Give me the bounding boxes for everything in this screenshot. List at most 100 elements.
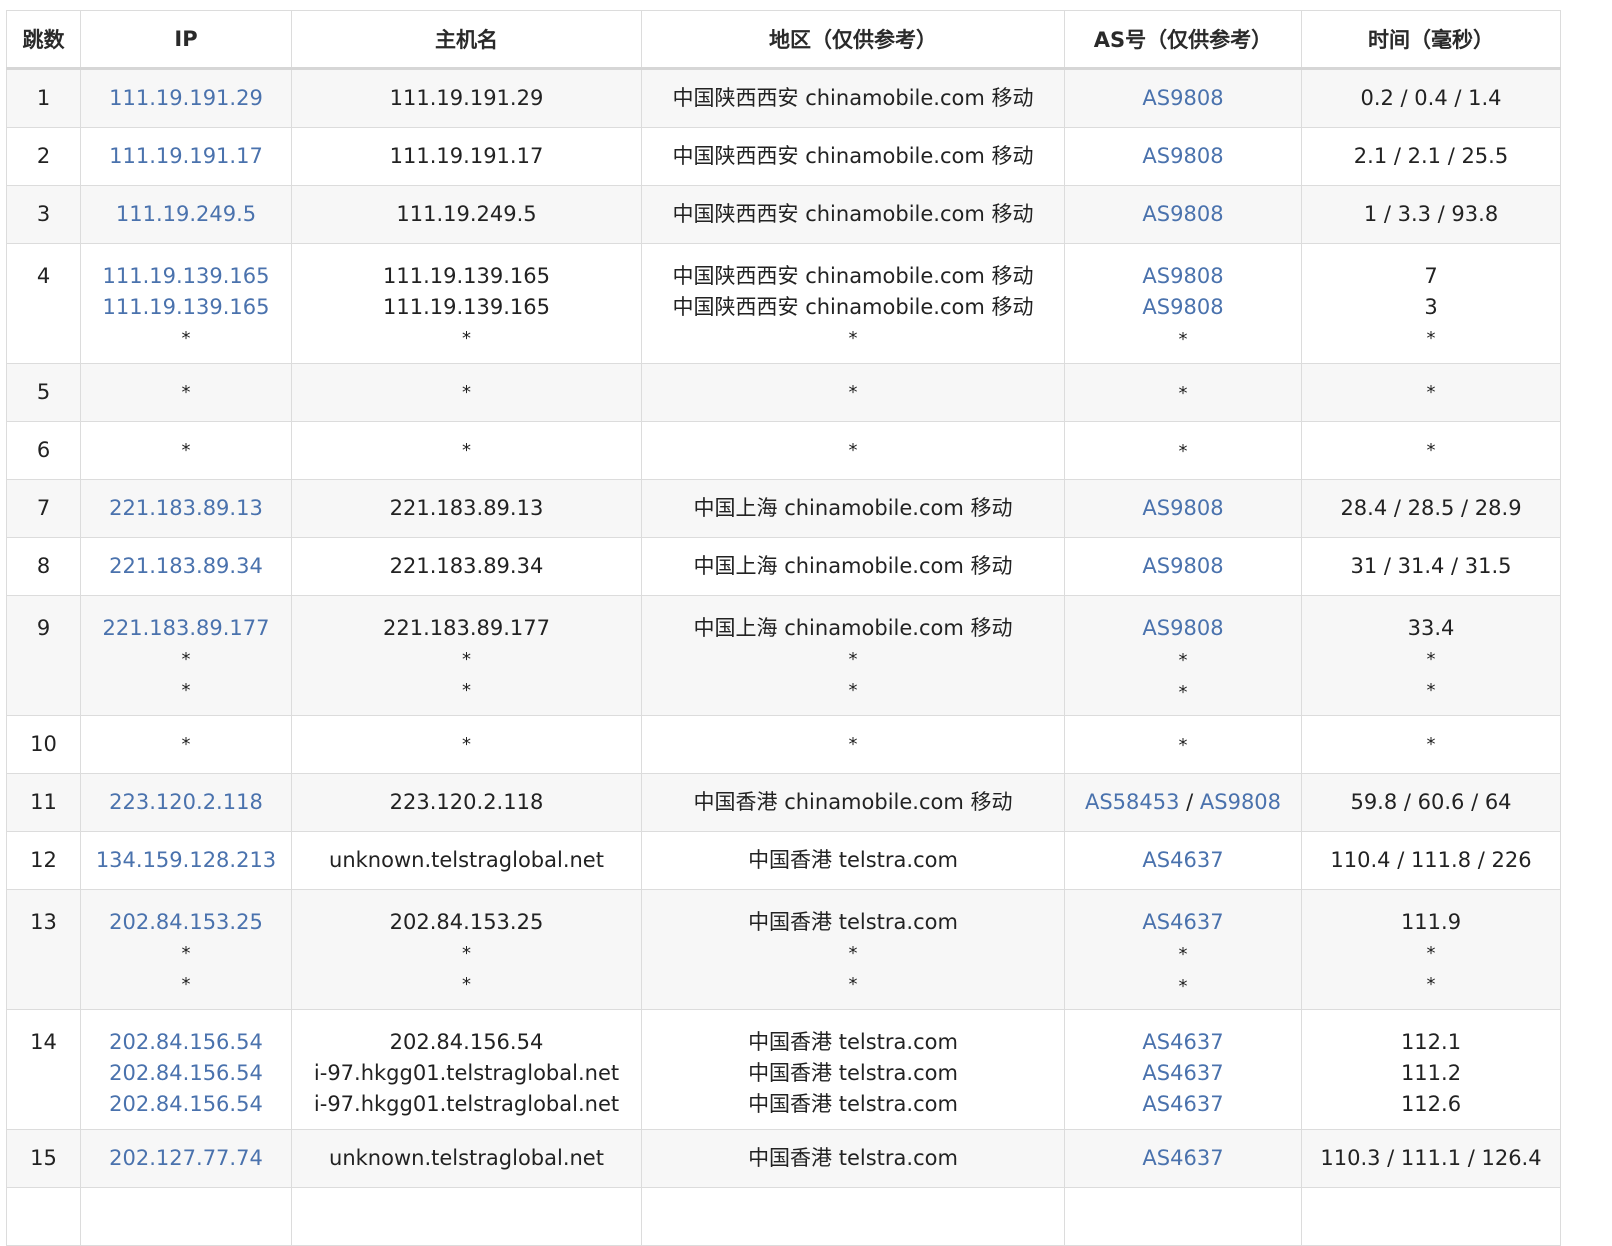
ip-link[interactable]: 111.19.139.165 xyxy=(81,261,291,292)
ip-cell: 111.19.139.165 111.19.139.165 * xyxy=(80,243,292,364)
asn-cell: AS9808 AS9808 * xyxy=(1064,243,1302,364)
time-cell: 28.4 / 28.5 / 28.9 xyxy=(1301,479,1561,538)
asn-link[interactable]: AS9808 xyxy=(1142,144,1223,168)
asn-link[interactable]: AS9808 xyxy=(1142,86,1223,110)
hostname-text: 111.19.139.165 xyxy=(383,295,550,319)
ip-cell: * xyxy=(80,715,292,774)
region-text: 中国上海 chinamobile.com 移动 xyxy=(693,554,1013,578)
region-cell: * xyxy=(641,363,1065,422)
hostname-text: unknown.telstraglobal.net xyxy=(329,1146,604,1170)
ip-link[interactable]: 221.183.89.13 xyxy=(81,493,291,524)
region-cell: 中国上海 chinamobile.com 移动 * * xyxy=(641,595,1065,716)
time-cell: * xyxy=(1301,715,1561,774)
region-text: 中国上海 chinamobile.com 移动 xyxy=(693,616,1013,640)
asn-link[interactable]: AS9808 xyxy=(1142,264,1223,288)
time-text: 7 xyxy=(1424,264,1438,288)
asn-line: AS4637 xyxy=(1065,1143,1301,1174)
ip-link[interactable]: 134.159.128.213 xyxy=(81,845,291,876)
asn-link[interactable]: AS9808 xyxy=(1142,202,1223,226)
region-cell xyxy=(641,1187,1065,1246)
region-cell: 中国陕西西安 chinamobile.com 移动 xyxy=(641,68,1065,128)
table-header-row: 跳数 IP 主机名 地区（仅供参考） AS号（仅供参考） 时间（毫秒） xyxy=(6,10,1561,70)
hostname-text: 221.183.89.177 xyxy=(383,616,550,640)
hop-number: 1 xyxy=(36,86,51,110)
hop-number: 7 xyxy=(36,496,51,520)
asn-link[interactable]: AS9808 xyxy=(1142,295,1223,319)
asn-link[interactable]: AS4637 xyxy=(1142,1092,1223,1116)
asn-link[interactable]: AS4637 xyxy=(1142,910,1223,934)
hop-number: 4 xyxy=(36,264,51,288)
hop-cell: 9 xyxy=(6,595,81,716)
ip-link: * xyxy=(181,680,191,701)
ip-link[interactable]: 221.183.89.34 xyxy=(81,551,291,582)
time-text: 1 / 3.3 / 93.8 xyxy=(1363,202,1499,226)
asn-link[interactable]: AS4637 xyxy=(1142,1030,1223,1054)
asn-line: * xyxy=(1065,435,1301,467)
ip-link[interactable]: 111.19.139.165 xyxy=(81,292,291,323)
region-text: * xyxy=(848,382,858,403)
region-text: * xyxy=(848,734,858,755)
asn-line: AS9808 xyxy=(1065,141,1301,172)
asn-cell: AS9808 xyxy=(1064,537,1302,596)
asn-line: AS9808 xyxy=(1065,199,1301,230)
time-text: 110.4 / 111.8 / 226 xyxy=(1330,848,1532,872)
asn-link: * xyxy=(1178,382,1188,404)
time-text: 59.8 / 60.6 / 64 xyxy=(1350,790,1512,814)
asn-link: * xyxy=(1178,682,1188,703)
asn-link: * xyxy=(1178,944,1188,965)
region-text: 中国陕西西安 chinamobile.com 移动 xyxy=(672,144,1034,168)
hop-cell: 13 xyxy=(6,889,81,1010)
asn-link[interactable]: AS9808 xyxy=(1142,554,1223,578)
ip-link[interactable]: 202.84.156.54 xyxy=(81,1027,291,1058)
region-text: 中国香港 telstra.com xyxy=(748,1030,958,1054)
asn-link[interactable]: AS4637 xyxy=(1142,848,1223,872)
asn-link[interactable]: AS9808 xyxy=(1200,790,1281,814)
hostname-cell: * xyxy=(291,421,642,480)
table-row: 5 * * * * * xyxy=(6,363,1561,422)
region-cell: 中国上海 chinamobile.com 移动 xyxy=(641,537,1065,596)
ip-link[interactable]: 202.84.153.25 xyxy=(81,907,291,938)
ip-link[interactable]: 202.127.77.74 xyxy=(81,1143,291,1174)
hostname-text: 223.120.2.118 xyxy=(389,790,544,814)
hostname-text: i-97.hkgg01.telstraglobal.net xyxy=(313,1092,620,1116)
table-row: 11 223.120.2.118 223.120.2.118 中国香港 chinamo… xyxy=(6,773,1561,832)
ip-cell: 221.183.89.34 xyxy=(80,537,292,596)
ip-link[interactable]: 202.84.156.54 xyxy=(81,1089,291,1120)
region-text: * xyxy=(848,328,858,349)
ip-link[interactable]: 111.19.191.29 xyxy=(81,83,291,114)
table-row: 10 * * * * * xyxy=(6,715,1561,774)
region-text: * xyxy=(848,680,858,701)
hop-cell: 1 xyxy=(6,68,81,128)
ip-link[interactable]: 111.19.191.17 xyxy=(81,141,291,172)
ip-link[interactable]: 202.84.156.54 xyxy=(81,1058,291,1089)
asn-cell: AS9808 xyxy=(1064,127,1302,186)
table-row: 7 221.183.89.13 221.183.89.13 中国上海 chinamob… xyxy=(6,479,1561,538)
ip-cell: 111.19.191.29 xyxy=(80,68,292,128)
asn-line: * xyxy=(1065,323,1301,355)
header-time: 时间（毫秒） xyxy=(1301,10,1561,70)
asn-link[interactable]: AS9808 xyxy=(1142,616,1223,640)
ip-link[interactable]: 111.19.249.5 xyxy=(81,199,291,230)
asn-line: AS4637 xyxy=(1065,907,1301,938)
hostname-cell: 202.84.156.54 i-97.hkgg01.telstraglobal.n… xyxy=(291,1009,642,1130)
asn-link[interactable]: AS9808 xyxy=(1142,496,1223,520)
hop-number: 9 xyxy=(36,616,51,640)
asn-link[interactable]: AS4637 xyxy=(1142,1061,1223,1085)
ip-link[interactable]: 223.120.2.118 xyxy=(81,787,291,818)
time-cell: 110.4 / 111.8 / 226 xyxy=(1301,831,1561,890)
hop-cell: 6 xyxy=(6,421,81,480)
time-cell: 1 / 3.3 / 93.8 xyxy=(1301,185,1561,244)
asn-line: AS9808 xyxy=(1065,613,1301,644)
table-row xyxy=(6,1187,1561,1246)
asn-line: AS9808 xyxy=(1065,493,1301,524)
time-cell: 110.3 / 111.1 / 126.4 xyxy=(1301,1129,1561,1188)
header-region: 地区（仅供参考） xyxy=(641,10,1065,70)
asn-link[interactable]: AS58453 xyxy=(1085,790,1180,814)
hostname-text: 111.19.191.29 xyxy=(389,86,544,110)
ip-cell: 202.84.153.25 * * xyxy=(80,889,292,1010)
asn-cell: AS9808 * * xyxy=(1064,595,1302,716)
ip-link[interactable]: 221.183.89.177 xyxy=(81,613,291,644)
hostname-cell: 111.19.191.17 xyxy=(291,127,642,186)
asn-link[interactable]: AS4637 xyxy=(1142,1146,1223,1170)
hop-cell: 8 xyxy=(6,537,81,596)
